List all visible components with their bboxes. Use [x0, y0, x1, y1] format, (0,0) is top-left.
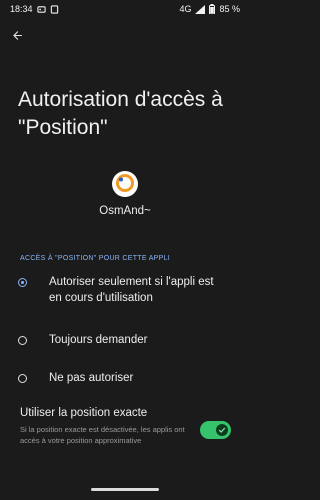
battery-percent: 85 %: [219, 4, 240, 14]
exact-location-toggle[interactable]: [200, 421, 231, 439]
option-deny[interactable]: Ne pas autoriser: [18, 370, 229, 386]
network-type: 4G: [179, 4, 192, 14]
exact-location-title: Utiliser la position exacte: [20, 407, 148, 419]
option-label: Autoriser seulement si l'appli est en co…: [49, 276, 214, 304]
option-label: Toujours demander: [49, 334, 148, 346]
page-title: Autorisation d'accès à "Position": [18, 88, 223, 139]
signal-icon: [195, 4, 206, 14]
arrow-back-icon: [12, 30, 22, 40]
status-left: 18:34: [10, 4, 59, 14]
check-icon: [218, 427, 226, 433]
radio-button-selected[interactable]: [18, 278, 27, 287]
app-name: OsmAnd~: [99, 205, 151, 217]
radio-button[interactable]: [18, 336, 27, 345]
osmand-app-icon: [111, 170, 139, 198]
radio-button[interactable]: [18, 374, 27, 383]
notification-icon-2: [50, 4, 58, 14]
toggle-knob: [216, 424, 228, 436]
battery-icon: [209, 4, 216, 14]
section-label: ACCÈS À "POSITION" POUR CETTE APPLI: [20, 255, 171, 262]
option-allow-while-using[interactable]: Autoriser seulement si l'appli est en co…: [18, 274, 229, 306]
status-bar: 18:34 4G 85 %: [0, 0, 250, 18]
status-right: 4G 85 %: [179, 4, 240, 14]
option-label: Ne pas autoriser: [49, 372, 134, 384]
option-always-ask[interactable]: Toujours demander: [18, 332, 229, 348]
back-button[interactable]: [8, 26, 26, 44]
status-time: 18:34: [10, 4, 33, 14]
exact-location-description: Si la position exacte est désactivée, le…: [20, 425, 185, 445]
notification-icon: [36, 5, 46, 13]
gesture-nav-handle[interactable]: [91, 488, 159, 491]
